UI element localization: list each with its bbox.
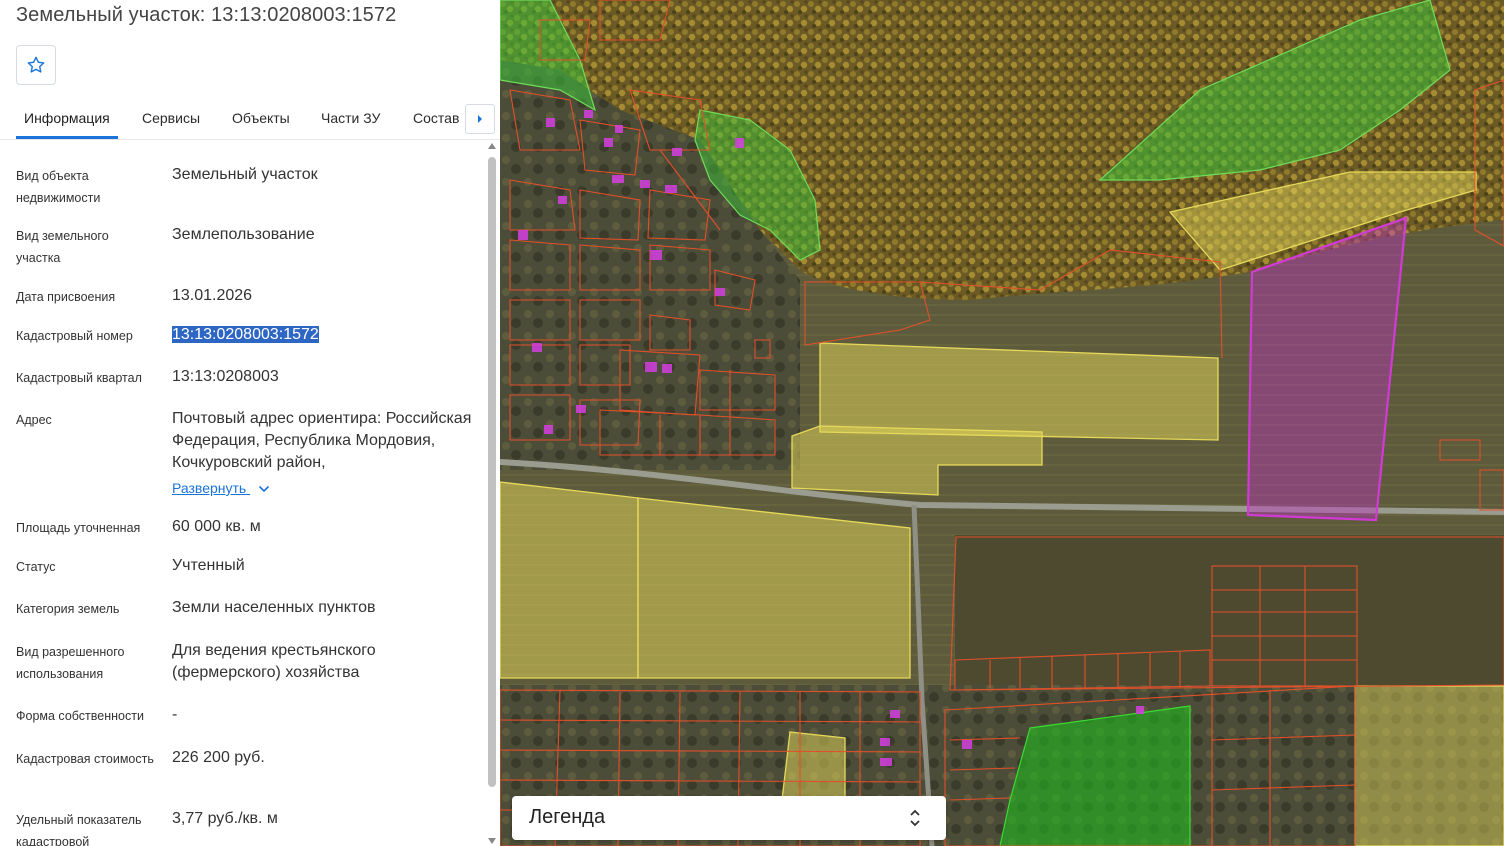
info-list: Вид объекта недвижимости Земельный участ…	[0, 141, 485, 846]
field-value: 13:13:0208003	[172, 368, 279, 385]
tab-objects[interactable]: Объекты	[232, 110, 290, 126]
tab-composition[interactable]: Состав	[413, 110, 459, 126]
field-label: Кадастровый номер	[16, 329, 133, 343]
field-label: Вид земельного участка	[16, 229, 109, 265]
satellite-map[interactable]	[500, 0, 1504, 846]
star-outline-icon	[27, 56, 45, 73]
field-value: 13.01.2026	[172, 287, 253, 304]
selected-text[interactable]: 13:13:0208003:1572	[172, 326, 319, 343]
field-label: Вид объекта недвижимости	[16, 169, 101, 205]
scrollbar-thumb[interactable]	[488, 157, 496, 787]
tabs-next-button[interactable]	[465, 104, 495, 134]
field-label: Адрес	[16, 413, 52, 427]
page-title: Земельный участок: 13:13:0208003:1572	[16, 4, 397, 26]
tab-active-indicator	[16, 136, 118, 139]
field-label: Удельный показатель кадастровой	[16, 813, 142, 846]
field-label: Форма собственности	[16, 709, 144, 723]
field-value: Почтовый адрес ориентира: Российская Фед…	[172, 410, 472, 471]
info-panel: Земельный участок: 13:13:0208003:1572 Ин…	[0, 0, 500, 846]
field-value: Учтенный	[172, 557, 245, 574]
field-label: Кадастровый квартал	[16, 371, 142, 385]
field-value: 60 000 кв. м	[172, 518, 261, 535]
field-value: 3,77 руб./кв. м	[172, 810, 278, 827]
legend-label: Легенда	[529, 806, 606, 828]
field-label: Дата присвоения	[16, 290, 116, 304]
map-canvas[interactable]	[500, 0, 1504, 846]
field-value: Земельный участок	[172, 166, 318, 183]
field-value: Земли населенных пунктов	[172, 599, 376, 616]
tab-bar: Информация Сервисы Объекты Части ЗУ Сост…	[0, 98, 500, 140]
field-label: Категория земель	[16, 602, 120, 616]
field-label: Площадь уточненная	[16, 521, 141, 535]
favorite-button[interactable]	[16, 45, 56, 85]
field-label: Кадастровая стоимость	[16, 752, 154, 766]
scroll-up-arrow-icon[interactable]	[488, 143, 496, 149]
scroll-down-arrow-icon[interactable]	[488, 838, 496, 844]
caret-right-icon	[478, 115, 482, 123]
expand-link[interactable]: Развернуть	[172, 480, 270, 496]
field-value: -	[172, 706, 178, 723]
expand-label: Развернуть	[172, 480, 247, 496]
field-value: 226 200 руб.	[172, 749, 265, 766]
updown-chevron-icon	[910, 809, 920, 827]
info-scrollbar[interactable]	[486, 143, 498, 846]
field-label: Вид разрешенного использования	[16, 645, 125, 681]
chevron-down-icon	[258, 480, 270, 496]
field-value: Землепользование	[172, 226, 315, 243]
tab-services[interactable]: Сервисы	[142, 110, 200, 126]
tab-parts[interactable]: Части ЗУ	[321, 110, 380, 126]
field-label: Статус	[16, 560, 56, 574]
cadastral-number-value[interactable]: 13:13:0208003:1572	[172, 324, 472, 346]
tab-info[interactable]: Информация	[24, 110, 110, 126]
field-value: Для ведения крестьянского (фермерского) …	[172, 642, 376, 681]
legend-toggle[interactable]: Легенда	[512, 796, 946, 840]
